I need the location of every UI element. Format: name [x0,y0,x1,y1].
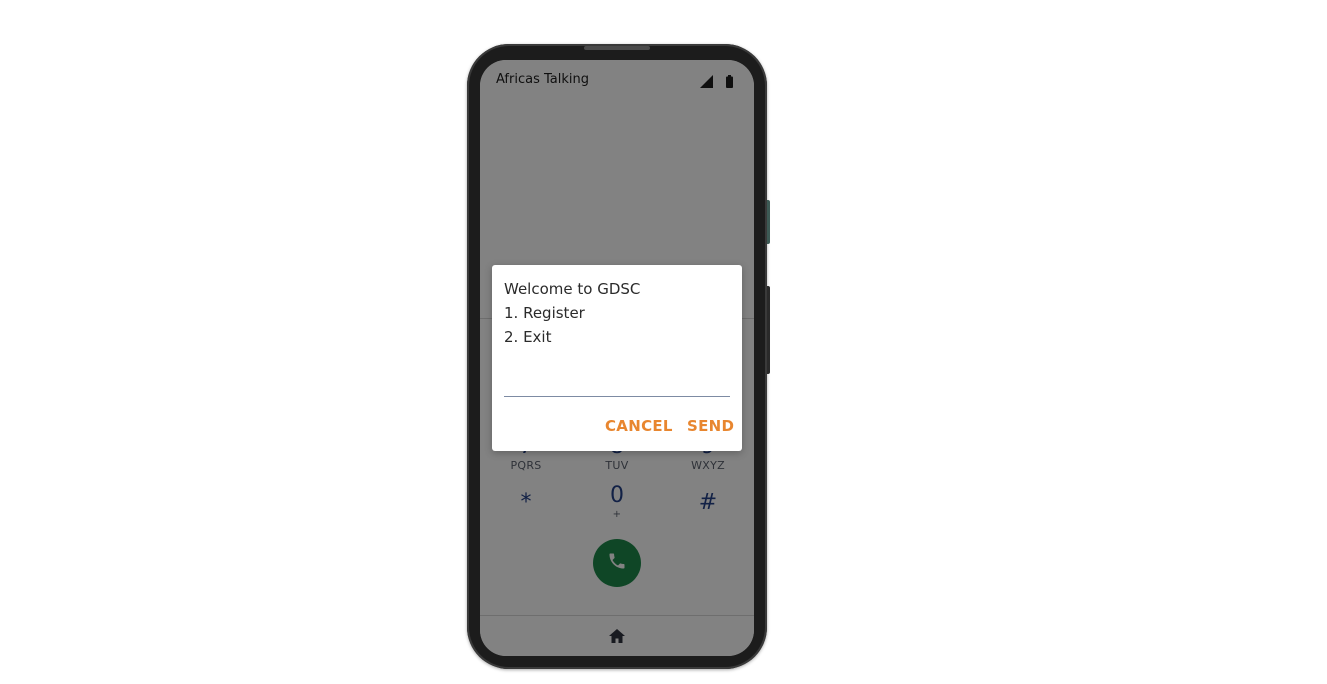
cancel-button[interactable]: CANCEL [605,417,673,435]
speaker-grille [584,46,650,50]
emulator-stage: Africas Talking 7 PQRS 8 TUV 9 WXYZ * [0,0,1327,684]
ussd-message-line: Welcome to GDSC [504,280,641,298]
ussd-response-input[interactable] [504,368,730,397]
volume-button[interactable] [767,200,770,244]
ussd-message: Welcome to GDSC 1. Register 2. Exit [504,277,640,349]
ussd-message-line: 1. Register [504,304,585,322]
power-button[interactable] [767,286,770,374]
ussd-dialog: Welcome to GDSC 1. Register 2. Exit CANC… [492,265,742,451]
send-button[interactable]: SEND [687,417,734,435]
ussd-message-line: 2. Exit [504,328,552,346]
